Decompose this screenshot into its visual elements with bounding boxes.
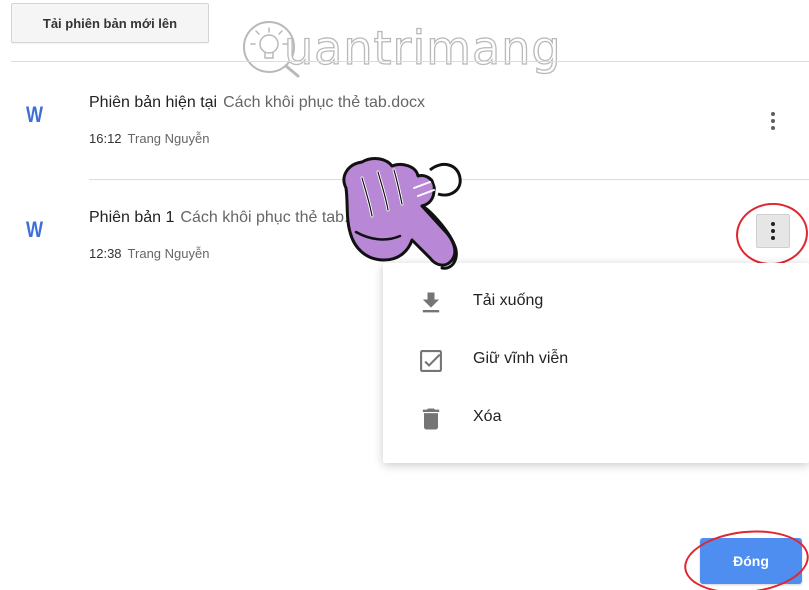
- menu-item-keep-forever[interactable]: Giữ vĩnh viễn: [383, 333, 809, 389]
- version-meta: 16:12 Trang Nguyễn: [89, 131, 209, 146]
- menu-item-label: Xóa: [473, 408, 502, 425]
- version-file-name: Cách khôi phục thẻ tab.docx: [223, 94, 426, 111]
- version-time: 16:12: [89, 131, 122, 146]
- more-vert-icon-dot: [771, 126, 775, 130]
- red-annotation-circle: [681, 524, 809, 590]
- menu-item-delete[interactable]: Xóa: [383, 391, 809, 447]
- checkbox-icon: [420, 350, 442, 372]
- version-label: Phiên bản 1: [89, 209, 175, 226]
- version-author: Trang Nguyễn: [127, 131, 210, 146]
- version-meta: 12:38 Trang Nguyễn: [89, 246, 209, 261]
- word-doc-icon: W: [26, 102, 44, 127]
- manage-versions-dialog: Tải phiên bản mới lên uantrimang W Phiên…: [0, 0, 809, 590]
- menu-item-label: Tải xuống: [473, 292, 544, 309]
- version-author: Trang Nguyễn: [127, 246, 210, 261]
- more-vert-icon-dot: [771, 119, 775, 123]
- menu-item-label: Giữ vĩnh viễn: [473, 350, 569, 367]
- watermark-text: uantrimang: [283, 20, 562, 75]
- version-label: Phiên bản hiện tại: [89, 94, 218, 111]
- divider: [11, 61, 809, 62]
- word-doc-icon: W: [26, 217, 44, 242]
- version-time: 12:38: [89, 246, 122, 261]
- quantrimang-watermark: uantrimang: [236, 14, 596, 84]
- upload-new-version-button[interactable]: Tải phiên bản mới lên: [11, 3, 209, 43]
- version-title: Phiên bản hiện tại Cách khôi phục thẻ tab…: [89, 94, 425, 112]
- more-options-button[interactable]: [756, 104, 790, 138]
- trash-icon: [422, 408, 440, 430]
- more-vert-icon: [771, 112, 775, 116]
- pointing-hand-icon: [342, 157, 462, 270]
